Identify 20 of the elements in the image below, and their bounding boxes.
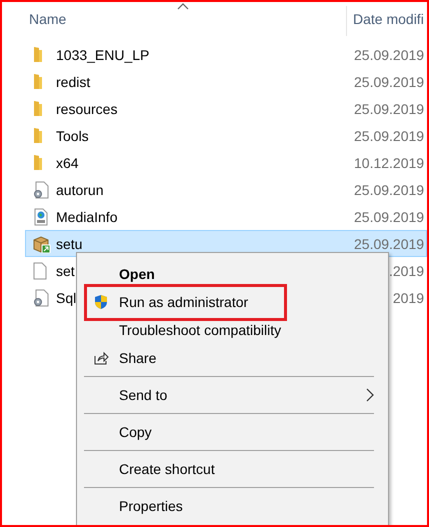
file-name: x64: [56, 154, 79, 170]
file-date: 25.09.2019: [354, 46, 426, 62]
file-name: setu: [56, 236, 82, 252]
file-name: MediaInfo: [56, 208, 118, 224]
file-date: 25.09.2019: [354, 128, 426, 144]
file-name: Sql: [56, 290, 76, 306]
file-name: Tools: [56, 128, 89, 144]
file-date: 10.12.2019: [354, 154, 426, 170]
file-date: 2019: [392, 290, 425, 306]
file-date: 25.09.2019: [354, 208, 426, 224]
file-name: 1033_ENU_LP: [56, 46, 150, 62]
file-name: resources: [56, 100, 118, 116]
file-date: .2019: [388, 262, 425, 278]
file-date: 25.09.2019: [354, 100, 426, 116]
file-date: 25.09.2019: [354, 182, 426, 198]
file-name: autorun: [56, 182, 104, 198]
file-name: set: [56, 262, 75, 278]
file-name: redist: [56, 74, 90, 90]
file-date: 25.09.2019: [354, 236, 426, 252]
file-date: 25.09.2019: [354, 74, 426, 90]
